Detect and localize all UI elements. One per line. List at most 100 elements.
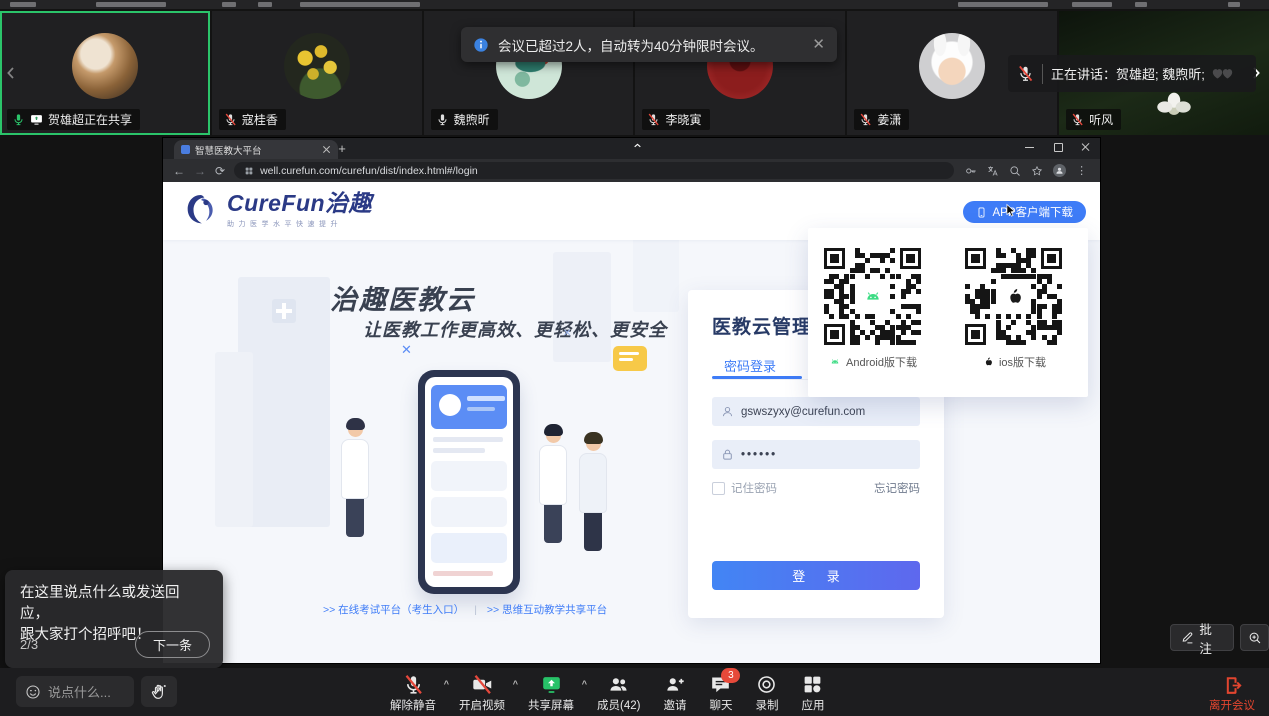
banner-text: 会议已超过2人，自动转为40分钟限时会议。 — [498, 35, 803, 55]
chat-button[interactable]: 聊天 3 — [709, 674, 732, 713]
share-options-chevron[interactable]: ^ — [582, 679, 587, 689]
video-options-chevron[interactable]: ^ — [513, 679, 518, 689]
layout-icon — [258, 2, 272, 7]
magnify-button[interactable] — [1240, 624, 1269, 651]
restore-button[interactable] — [1052, 141, 1064, 153]
leave-label: 离开会议 — [1209, 697, 1255, 713]
participant-name: 贺雄超正在共享 — [48, 111, 132, 128]
invite-button[interactable]: 邀请 — [663, 674, 686, 713]
app-download-button[interactable]: APP客户端下载 — [963, 201, 1086, 223]
record-button[interactable]: 录制 — [755, 674, 778, 713]
hospital-cross-icon — [272, 299, 296, 323]
remember-password-checkbox[interactable]: 记住密码 — [712, 480, 777, 496]
teaching-platform-link[interactable]: >> 思维互动教学共享平台 — [487, 602, 607, 617]
apple-icon — [1003, 286, 1024, 307]
info-icon — [473, 37, 489, 53]
site-icon — [244, 166, 254, 176]
phone-mockup — [418, 370, 520, 594]
browser-toolbar: ← → ⟳ well.curefun.com/curefun/dist/inde… — [163, 159, 1100, 182]
video-tile-hexiongchao[interactable]: 贺雄超正在共享 — [0, 11, 210, 135]
raise-hand-button[interactable] — [141, 676, 177, 707]
reaction-ghost-icons — [1215, 66, 1235, 81]
active-tab-underline — [712, 376, 802, 379]
browser-tab[interactable]: 智慧医教大平台 — [174, 140, 338, 159]
divider — [1042, 64, 1043, 84]
reload-icon[interactable]: ⟳ — [215, 165, 225, 177]
avatar — [72, 33, 138, 99]
back-icon[interactable]: ← — [173, 165, 185, 177]
record-icon — [756, 674, 777, 695]
video-feed-flower — [1151, 90, 1197, 124]
profile-avatar[interactable] — [1053, 164, 1066, 177]
address-bar[interactable]: well.curefun.com/curefun/dist/index.html… — [234, 162, 954, 179]
exam-platform-link[interactable]: >> 在线考试平台（考生入口） — [323, 602, 464, 617]
speaking-indicator-bar: 正在讲话：贺雄超; 魏煦昕; — [1008, 55, 1256, 92]
titlebar-glyph — [958, 2, 1048, 7]
bookmark-star-icon[interactable] — [1031, 165, 1043, 177]
participant-name-pill: 姜潇 — [854, 109, 909, 130]
screen-share-icon — [541, 674, 562, 695]
android-icon — [862, 286, 883, 307]
unmute-button[interactable]: 解除静音 ^ — [390, 674, 436, 713]
toolbar-icons: ⋮ — [965, 164, 1087, 177]
settings-glyph — [1072, 2, 1112, 7]
collapse-video-strip-button[interactable] — [625, 138, 649, 153]
minimize-button[interactable] — [1024, 141, 1036, 153]
lock-icon — [721, 448, 734, 461]
browser-tab-strip: 智慧医教大平台 + — [163, 138, 1100, 159]
annotation-controls: 批注 — [1170, 624, 1269, 651]
video-tile-kouguixiang[interactable]: 寇桂香 — [212, 11, 422, 135]
participant-name-pill: 李晓寅 — [642, 109, 709, 130]
hero-title: 治趣医教云 — [330, 278, 475, 317]
password-value: •••••• — [741, 449, 777, 461]
username-value: gswszyxy@curefun.com — [741, 406, 865, 418]
ios-download-label: ios版下载 — [944, 354, 1084, 370]
leave-meeting-button[interactable]: 离开会议 — [1209, 675, 1255, 713]
password-field[interactable]: •••••• — [712, 440, 920, 469]
close-button[interactable] — [1080, 141, 1092, 153]
members-icon — [608, 674, 629, 695]
tab-password-login[interactable]: 密码登录 — [724, 356, 776, 375]
members-button[interactable]: 成员(42) — [597, 674, 640, 713]
fullscreen-glyph — [1135, 2, 1147, 7]
banner-close-icon[interactable]: ✕ — [812, 37, 825, 52]
login-button[interactable]: 登 录 — [712, 561, 920, 590]
translate-icon[interactable] — [987, 165, 999, 177]
scroll-participants-left-button[interactable] — [2, 58, 20, 88]
new-tab-button[interactable]: + — [335, 142, 349, 156]
participant-name: 寇桂香 — [242, 111, 278, 128]
app-titlebar — [0, 0, 1269, 9]
pen-icon — [1181, 631, 1194, 645]
app-download-popup: Android版下载 ios版下载 — [808, 228, 1088, 397]
annotate-label: 批注 — [1199, 619, 1223, 657]
url-text: well.curefun.com/curefun/dist/index.html… — [260, 165, 478, 177]
reaction-input[interactable]: 说点什么... — [16, 676, 134, 707]
titlebar-glyph — [1228, 2, 1240, 7]
tab-title: 智慧医教大平台 — [195, 143, 317, 157]
reaction-placeholder: 说点什么... — [48, 682, 111, 701]
participant-name-pill: 贺雄超正在共享 — [7, 109, 140, 130]
zoom-icon[interactable] — [1009, 165, 1021, 177]
mic-options-chevron[interactable]: ^ — [444, 679, 449, 689]
mic-muted-icon — [403, 674, 424, 695]
apps-button[interactable]: 应用 — [801, 674, 824, 713]
tab-close-icon[interactable] — [322, 145, 331, 154]
login-page: CureFun治趣 助力医学水平快速提升 APP客户端下载 治趣医教云 让医教工… — [163, 182, 1100, 663]
start-video-button[interactable]: 开启视频 ^ — [459, 674, 505, 713]
forward-icon[interactable]: → — [194, 165, 206, 177]
username-field[interactable]: gswszyxy@curefun.com — [712, 397, 920, 426]
meeting-toolbar: 说点什么... 解除静音 ^ 开启视频 ^ 共享屏幕 ^ 成员 — [0, 668, 1269, 716]
share-screen-button[interactable]: 共享屏幕 ^ — [528, 674, 574, 713]
next-tip-button[interactable]: 下一条 — [135, 631, 210, 658]
annotate-button[interactable]: 批注 — [1170, 624, 1234, 651]
browser-menu-icon[interactable]: ⋮ — [1076, 164, 1087, 177]
participant-name: 魏煦昕 — [454, 111, 490, 128]
tab-favicon — [181, 145, 190, 154]
toolbar-center: 解除静音 ^ 开启视频 ^ 共享屏幕 ^ 成员(42) 邀请 — [390, 674, 824, 713]
chevron-left-icon — [3, 65, 19, 81]
phone-icon — [976, 207, 987, 218]
mic-muted-icon — [859, 113, 872, 126]
forgot-password-link[interactable]: 忘记密码 — [874, 480, 920, 496]
password-key-icon[interactable] — [965, 165, 977, 177]
participant-name: 姜潇 — [877, 111, 901, 128]
